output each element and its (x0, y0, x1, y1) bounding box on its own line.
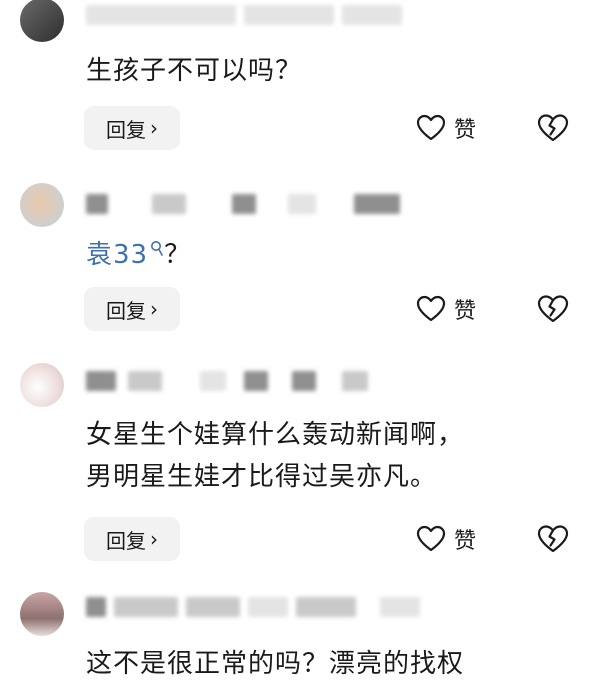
search-icon[interactable] (150, 240, 164, 260)
mention-link[interactable]: 袁33 (86, 240, 148, 270)
like-label: 赞 (454, 118, 477, 143)
comment-text: 袁33 ？ (86, 234, 191, 276)
avatar[interactable] (20, 363, 64, 407)
username-blurred[interactable] (86, 193, 400, 215)
chevron-right-icon: › (150, 116, 158, 140)
reply-button[interactable]: 回复 › (84, 106, 180, 150)
avatar[interactable] (20, 0, 64, 42)
heart-outline-icon (416, 525, 446, 553)
like-button[interactable]: 赞 (416, 517, 476, 561)
reply-label: 回复 (106, 528, 146, 553)
reply-label: 回复 (106, 298, 146, 323)
reply-button[interactable]: 回复 › (84, 287, 180, 331)
like-label: 赞 (454, 529, 477, 554)
comment-line: 生孩子不可以吗？ (86, 56, 303, 86)
comment-text: 生孩子不可以吗？ (86, 50, 302, 92)
like-label: 赞 (454, 299, 477, 324)
avatar[interactable] (20, 183, 64, 227)
heart-outline-icon (416, 295, 446, 323)
username-blurred[interactable] (86, 596, 420, 618)
chevron-right-icon: › (150, 527, 158, 551)
reply-label: 回复 (106, 117, 146, 142)
broken-heart-icon (537, 524, 569, 554)
comment-line: 男明星生娃才比得过吴亦凡。 (86, 462, 438, 492)
comment-text-after: ？ (164, 240, 192, 270)
broken-heart-icon (537, 294, 569, 324)
chevron-right-icon: › (150, 297, 158, 321)
like-button[interactable]: 赞 (416, 106, 476, 150)
comment-line: 这不是很正常的吗？漂亮的找权 (86, 649, 465, 679)
like-button[interactable]: 赞 (416, 287, 476, 331)
broken-heart-icon (537, 113, 569, 143)
username-blurred[interactable] (86, 4, 402, 26)
dislike-button[interactable] (537, 287, 569, 331)
username-blurred[interactable] (86, 370, 368, 392)
comment-text: 女星生个娃算什么轰动新闻啊， 男明星生娃才比得过吴亦凡。 (86, 414, 464, 498)
heart-outline-icon (416, 114, 446, 142)
comment-text: 这不是很正常的吗？漂亮的找权 (86, 643, 464, 685)
dislike-button[interactable] (537, 106, 569, 150)
reply-button[interactable]: 回复 › (84, 517, 180, 561)
dislike-button[interactable] (537, 517, 569, 561)
comment-line: 女星生个娃算什么轰动新闻啊， (86, 420, 465, 450)
avatar[interactable] (20, 592, 64, 636)
